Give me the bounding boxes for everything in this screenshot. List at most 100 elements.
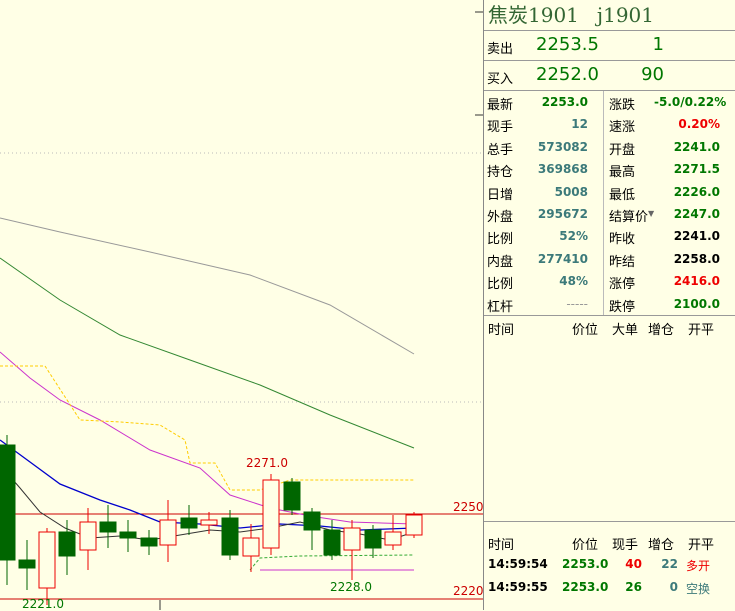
header-open-close: 开平 [688,538,715,553]
stat-row: 比例 52% 昨收 2241.0 [484,225,735,247]
stat-value-2: 0.20% [678,117,720,132]
candle-body [159,519,177,546]
stat-label-2: 最高 [609,165,636,181]
buy-price: 2252.0 [536,64,599,85]
header-volume: 现手 [612,538,639,553]
candle-body [99,521,117,533]
tick-header-upper: 时间 价位 大单 增仓 开平 [484,316,735,338]
kline-svg[interactable] [0,0,483,610]
tick-volume: 26 [625,580,642,594]
header-price: 价位 [572,538,599,553]
candle-body [58,531,76,557]
candle-body [200,519,218,526]
ma10-line [0,439,415,531]
candle-body [323,529,341,556]
stat-value: 295672 [537,206,588,221]
tick-type: 空换 [686,582,711,596]
buy-volume: 90 [641,64,664,85]
axis-label-2220: 2220 [453,584,484,598]
stat-label-2: 涨跌 [609,98,636,113]
sell-price: 2253.5 [536,34,599,55]
tick-rows: 14:59:54 2253.0 40 22 多开 14:59:55 2253.0 26 0 空换 [484,553,735,599]
stat-row: 现手 12 速涨 0.20% [484,113,735,135]
candle-body [38,531,56,589]
buy-label: 买入 [487,72,514,87]
tick-oi: 22 [661,557,678,571]
stat-label: 现手 [487,120,514,136]
stat-value-2: 2271.5 [673,162,720,177]
stat-label-2: 昨收 [609,232,636,248]
sell-row[interactable]: 卖出 2253.5 1 [484,31,735,61]
tick-type: 多开 [686,559,711,573]
stat-value: 5008 [554,184,588,199]
stat-label: 比例 [487,277,514,293]
boll-upper-line [0,365,414,491]
stat-label: 杠杆 [487,299,514,315]
stat-value-2: 2241.0 [673,139,720,154]
stat-label: 比例 [487,232,514,248]
stat-value-2: -5.0/0.22% [654,95,727,109]
low-price-label: 2221.0 [22,597,64,611]
stat-value: 12 [571,117,588,132]
sell-volume: 1 [652,34,664,55]
header-oi-change: 增仓 [648,538,675,553]
candle-body [18,559,36,569]
candle-body [283,481,301,511]
tick-header-lower: 时间 价位 现手 增仓 开平 [484,531,735,553]
kline-chart[interactable]: 2271.0 2228.0 2221.0 2250 2220 [0,0,484,611]
stat-row: 外盘 295672 结算价 2247.0 ▼ [484,203,735,225]
stats-table: 最新 2253.0 涨跌 -5.0/0.22% 现手 12 速涨 0.20% 总手 573082 开… [484,91,735,316]
tick-price: 2253.0 [562,580,609,594]
candle-body [343,527,361,551]
stat-value: 573082 [537,139,588,154]
stat-label-2: 最低 [609,187,636,203]
tick-list-upper[interactable]: 时间 价位 大单 增仓 开平 [484,316,735,522]
candle-body [303,511,321,531]
contract-title: 焦炭1901 j1901 [484,0,735,31]
stat-value: ----- [566,296,588,311]
stat-row: 总手 573082 开盘 2241.0 [484,136,735,158]
candle-body [242,537,260,557]
chevron-down-icon[interactable]: ▼ [648,209,654,218]
stat-value: 48% [559,274,588,289]
stat-label: 持仓 [487,165,514,181]
candle-body [364,529,382,549]
candle-body [384,531,402,546]
stat-row: 比例 48% 涨停 2416.0 [484,270,735,292]
stat-label-2: 速涨 [609,120,636,136]
stat-value-2: 2226.0 [673,184,720,199]
header-time: 时间 [488,538,515,553]
mid-low-price-label: 2228.0 [330,580,372,594]
stat-value: 369868 [537,162,588,177]
stat-row: 最新 2253.0 涨跌 -5.0/0.22% [484,91,735,113]
candle-body [262,479,280,549]
stat-row: 内盘 277410 昨结 2258.0 [484,248,735,270]
tick-time: 14:59:54 [488,557,548,571]
header-open-close: 开平 [688,323,715,338]
stat-value-2: 2258.0 [673,251,720,266]
candle-body [221,517,239,556]
stat-value: 2253.0 [541,95,588,109]
ma120-line [0,217,415,355]
stat-row: 持仓 369868 最高 2271.5 [484,158,735,180]
quote-panel: 焦炭1901 j1901 卖出 2253.5 1 买入 2252.0 90 最新 2… [483,0,735,610]
stat-label-2: 涨停 [609,277,636,293]
tick-list-lower[interactable]: 时间 价位 现手 增仓 开平 14:59:54 2253.0 40 22 多开 14:59… [484,531,735,599]
candle-body [119,531,137,539]
candle-body [180,517,198,529]
ma20-line [0,351,415,525]
header-price: 价位 [572,323,599,338]
buy-row[interactable]: 买入 2252.0 90 [484,61,735,91]
stat-value-2: 2416.0 [673,274,720,289]
candle-body [79,521,97,551]
sell-label: 卖出 [487,42,514,57]
tick-volume: 40 [625,557,642,571]
candle-body [140,537,158,547]
ma60-line [0,257,415,449]
high-price-label: 2271.0 [246,456,288,470]
candle-body [0,444,16,561]
stat-label-2: 昨结 [609,254,636,270]
header-big-order: 大单 [612,323,639,338]
candle-body [405,514,423,536]
contract-name: 焦炭1901 [488,3,579,27]
